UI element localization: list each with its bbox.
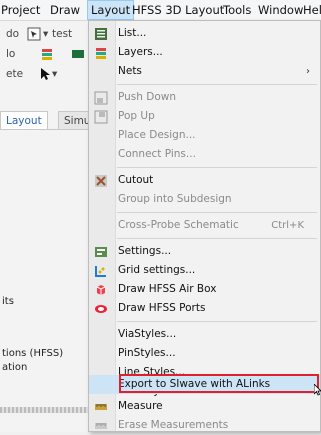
menu-item-label: Cutout [118,174,154,186]
menu-item-label: Draw HFSS Ports [118,302,206,314]
menu-item-label: Erase Measurements [118,419,229,431]
menu-item-label: PinStyles... [118,347,176,359]
menu-item-pin-styles[interactable]: PinStyles... [89,344,320,363]
measure-icon [95,404,107,410]
menu-item-label: ViaStyles... [118,328,177,340]
layout-dropdown-menu: List... Layers... Nets › Push Down Pop U… [88,20,321,432]
menu-item-grid-settings[interactable]: Grid settings... [89,261,320,280]
menu-item-label: Layers... [118,46,163,58]
menu-separator [117,212,317,213]
menu-hfss-3d-layout[interactable]: HFSS 3D Layout [132,0,224,20]
menu-layout[interactable]: Layout [87,0,135,20]
layers-icon [96,48,106,59]
tree-item-analysis[interactable]: ation [2,362,27,373]
menu-item-draw-hfss-ports[interactable]: Draw HFSS Ports [89,299,320,318]
push-down-icon [94,91,108,105]
dropdown-arrow[interactable]: ▾ [43,25,48,43]
menu-separator [117,84,317,85]
menu-item-settings[interactable]: Settings... [89,242,320,261]
menu-item-group-into-subdesign[interactable]: Group into Subdesign [89,190,320,209]
menu-item-measure[interactable]: Measure [89,397,320,416]
menu-help[interactable]: Hel [303,0,321,20]
pop-up-icon [94,110,108,124]
menu-item-list[interactable]: List... [89,24,320,43]
layer-stack-icon[interactable] [40,47,54,61]
menu-window[interactable]: Window [258,0,303,20]
menu-item-label: Cross-Probe Schematic [118,219,239,231]
menu-item-label: Draw HFSS Air Box [118,283,217,295]
menu-project[interactable]: Project [1,0,40,20]
ports-icon [95,305,107,313]
toolbar-text-undo: do [6,28,20,40]
select-mode-icon[interactable] [27,27,41,41]
menu-item-via-styles[interactable]: ViaStyles... [89,325,320,344]
toolbar-text-redo: lo [6,48,16,60]
menu-item-nets[interactable]: Nets › [89,62,320,81]
menu-item-label: Measure [118,400,163,412]
menu-item-label: List... [118,27,147,39]
menu-item-pop-up[interactable]: Pop Up [89,107,320,126]
air-box-icon [96,285,106,295]
menu-item-label: Place Design... [118,129,196,141]
pointer-dropdown-arrow[interactable]: ▾ [52,65,57,83]
toolbar-text-delete: ete [6,68,24,80]
background-app: do lo ete ▾ test ▾ Layout Simu its tions… [0,21,97,432]
list-icon [95,28,107,40]
menu-separator [117,167,317,168]
menu-item-erase-measurements[interactable]: Erase Measurements [89,416,320,435]
menu-item-cutout[interactable]: Cutout [89,171,320,190]
menu-item-label: Group into Subdesign [118,193,232,205]
tree-item-ports[interactable]: its [2,296,14,307]
menu-separator [117,321,317,322]
design-name: test [52,28,73,40]
menu-item-place-design[interactable]: Place Design... [89,126,320,145]
layer-color-icon[interactable] [71,47,85,61]
menu-item-label: Pop Up [118,110,155,122]
menu-item-label: Nets [118,65,142,77]
menu-item-label: Settings... [118,245,172,257]
grid-icon [95,266,106,277]
menu-separator [117,238,317,239]
tree-item-definitions[interactable]: tions (HFSS) [2,348,63,359]
menu-item-cross-probe-schematic[interactable]: Cross-Probe Schematic Ctrl+K [89,216,320,235]
project-tabs: Layout Simu [0,111,97,130]
submenu-arrow-icon: › [306,66,310,77]
menu-item-push-down[interactable]: Push Down [89,88,320,107]
shortcut-label: Ctrl+K [271,220,304,231]
erase-icon [95,423,107,429]
mouse-cursor-icon [314,384,321,396]
horizontal-scrollbar[interactable] [0,407,90,413]
tab-layout[interactable]: Layout [0,111,48,129]
cutout-icon [95,175,107,187]
highlight-annotation-box [119,374,319,393]
menu-tools[interactable]: Tools [223,0,251,20]
menu-item-layers[interactable]: Layers... [89,43,320,62]
menu-item-label: Push Down [118,91,177,103]
settings-icon [95,247,107,257]
menu-bar: Project Draw Layout HFSS 3D Layout Tools… [0,0,321,21]
menu-item-connect-pins[interactable]: Connect Pins... [89,145,320,164]
menu-item-label: Connect Pins... [118,148,196,160]
pointer-icon[interactable] [38,67,52,81]
menu-draw[interactable]: Draw [50,0,80,20]
menu-item-draw-hfss-air-box[interactable]: Draw HFSS Air Box [89,280,320,299]
menu-item-label: Grid settings... [118,264,196,276]
